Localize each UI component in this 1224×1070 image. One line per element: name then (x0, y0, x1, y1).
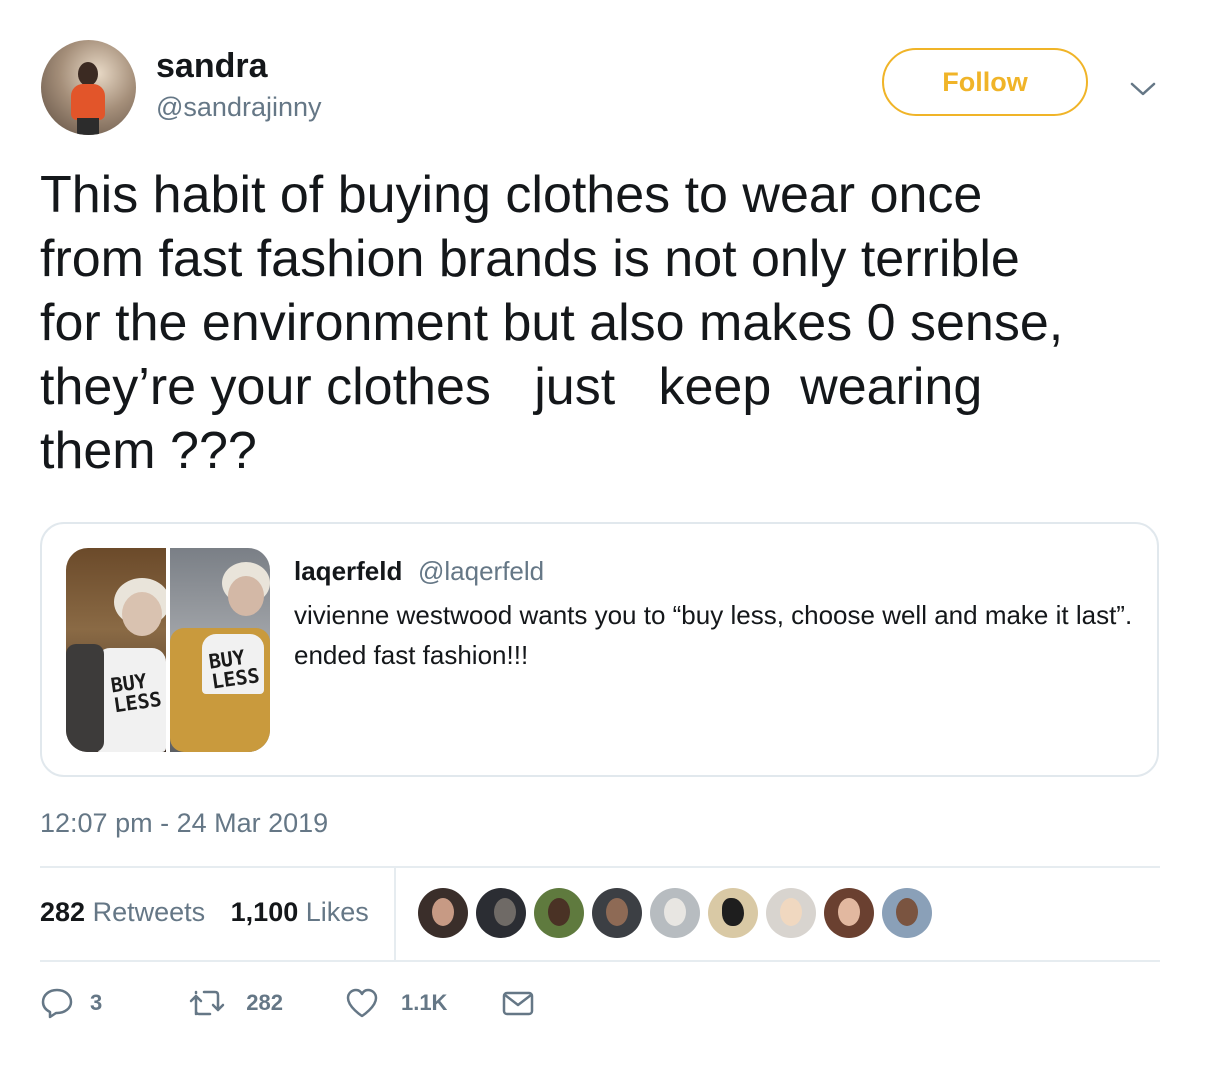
tweet-text-line: them ??? (40, 422, 257, 480)
author-avatar[interactable] (41, 40, 136, 135)
retweets-count: 282 (40, 897, 86, 927)
liker-avatars (418, 888, 932, 938)
heart-icon (345, 987, 379, 1019)
reply-count: 3 (90, 990, 103, 1015)
author-name[interactable]: sandra (156, 47, 268, 86)
retweet-icon (188, 988, 226, 1018)
reply-button[interactable]: 3 (40, 986, 102, 1020)
tweet-text: This habit of buying clothes to wear onc… (40, 163, 1190, 483)
likes-label: Likes (305, 897, 369, 927)
follow-button[interactable]: Follow (882, 48, 1088, 116)
retweets-label: Retweets (92, 897, 206, 927)
stats-separator (394, 868, 396, 960)
liker-avatar[interactable] (766, 888, 816, 938)
likes-count: 1,100 (230, 897, 299, 927)
liker-avatar[interactable] (534, 888, 584, 938)
liker-avatar[interactable] (418, 888, 468, 938)
liker-avatar[interactable] (476, 888, 526, 938)
shirt-text: BUY LESS (109, 668, 164, 718)
retweets-stat[interactable]: 282 Retweets (40, 897, 205, 927)
like-count: 1.1K (400, 990, 448, 1015)
quoted-tweet-media[interactable]: BUY LESS BUY LESS (66, 548, 270, 752)
tweet-stats: 282 Retweets 1,100 Likes (40, 897, 387, 928)
likes-stat[interactable]: 1,100 Likes (231, 897, 369, 927)
liker-avatar[interactable] (708, 888, 758, 938)
tweet-text-line: for the environment but also makes 0 sen… (40, 294, 1064, 352)
liker-avatar[interactable] (882, 888, 932, 938)
like-button[interactable]: 1.1K (345, 987, 447, 1019)
envelope-icon (501, 988, 535, 1018)
tweet-actions: 3 282 1.1K (40, 986, 535, 1020)
tweet-text-line: from fast fashion brands is not only ter… (40, 230, 1020, 288)
retweet-button[interactable]: 282 (188, 988, 283, 1018)
chevron-down-icon[interactable] (1128, 76, 1158, 100)
quoted-image-left: BUY LESS (66, 548, 166, 752)
retweet-count: 282 (246, 990, 283, 1015)
tweet-text-line: they’re your clothes just keep wearing (40, 358, 983, 416)
tweet-timestamp[interactable]: 12:07 pm - 24 Mar 2019 (40, 808, 328, 839)
shirt-text: BUY LESS (207, 644, 262, 694)
quoted-author-handle[interactable]: @laqerfeld (418, 556, 544, 587)
quoted-author-name[interactable]: laqerfeld (294, 556, 402, 587)
direct-message-button[interactable] (501, 988, 535, 1018)
quoted-tweet-text: vivienne westwood wants you to “buy less… (294, 600, 1133, 670)
liker-avatar[interactable] (824, 888, 874, 938)
divider (40, 866, 1160, 868)
divider (40, 960, 1160, 962)
quoted-image-right: BUY LESS (170, 548, 270, 752)
reply-icon (40, 986, 74, 1020)
liker-avatar[interactable] (592, 888, 642, 938)
liker-avatar[interactable] (650, 888, 700, 938)
tweet-text-line: This habit of buying clothes to wear onc… (40, 166, 983, 224)
author-handle[interactable]: @sandrajinny (156, 92, 322, 123)
